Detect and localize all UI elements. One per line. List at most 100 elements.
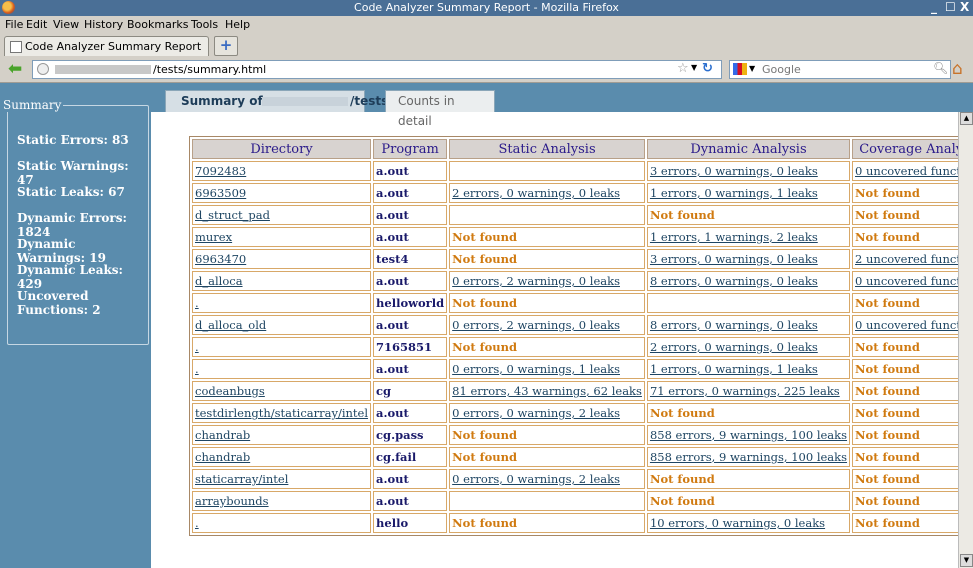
menu-help[interactable]: Help: [225, 18, 250, 31]
dynamic-link[interactable]: 71 errors, 0 warnings, 225 leaks: [650, 384, 840, 398]
static-link[interactable]: 0 errors, 2 warnings, 0 leaks: [452, 274, 620, 288]
directory-link[interactable]: .: [195, 516, 199, 530]
directory-link[interactable]: 6963509: [195, 186, 246, 200]
dynamic-link[interactable]: 1 errors, 0 warnings, 1 leaks: [650, 186, 818, 200]
static-link[interactable]: 81 errors, 43 warnings, 62 leaks: [452, 384, 642, 398]
cell-coverage: Not found: [852, 359, 973, 379]
directory-link[interactable]: 6963470: [195, 252, 246, 266]
directory-link[interactable]: murex: [195, 230, 232, 244]
directory-link[interactable]: chandrab: [195, 428, 250, 442]
cell-dynamic: 8 errors, 0 warnings, 0 leaks: [646, 271, 851, 291]
coverage-link[interactable]: 0 uncovered functions: [855, 164, 973, 178]
home-icon[interactable]: ⌂: [952, 59, 963, 79]
dynamic-link[interactable]: 8 errors, 0 warnings, 0 leaks: [650, 318, 818, 332]
dynamic-link[interactable]: 1 errors, 1 warnings, 2 leaks: [650, 230, 818, 244]
table-row: . 7165851 Not found 2 errors, 0 warnings, 0…: [192, 337, 973, 357]
menu-edit[interactable]: Edit: [26, 18, 47, 31]
directory-link[interactable]: d_alloca_old: [195, 318, 266, 332]
static-link[interactable]: 0 errors, 0 warnings, 2 leaks: [452, 472, 620, 486]
coverage-link[interactable]: 2 uncovered functions: [855, 252, 973, 266]
menu-tools[interactable]: Tools: [191, 18, 218, 31]
google-engine-icon[interactable]: [733, 63, 747, 75]
site-identity-icon[interactable]: [37, 63, 49, 75]
static-link[interactable]: 0 errors, 2 warnings, 0 leaks: [452, 318, 620, 332]
table-row: 7092483 a.out 3 errors, 0 warnings, 0 leak…: [192, 161, 973, 181]
static-link[interactable]: 0 errors, 0 warnings, 1 leaks: [452, 362, 620, 376]
directory-link[interactable]: codeanbugs: [195, 384, 265, 398]
table-row: . helloworld Not found Not found: [192, 293, 973, 313]
cell-static: 0 errors, 0 warnings, 2 leaks: [449, 469, 645, 489]
cell-static: 2 errors, 0 warnings, 0 leaks: [449, 183, 645, 203]
url-bar[interactable]: /tests/summary.html ☆ ▼ ↻: [32, 60, 722, 79]
menu-view[interactable]: View: [53, 18, 79, 31]
scroll-down-icon[interactable]: ▼: [960, 554, 973, 567]
back-arrow-icon[interactable]: ⬅: [8, 61, 28, 78]
tab-strip: Code Analyzer Summary Report +: [0, 33, 973, 57]
tab-summary[interactable]: Summary of /tests: [165, 90, 388, 112]
scroll-up-icon[interactable]: ▲: [960, 112, 973, 125]
page-icon: [10, 41, 22, 53]
directory-link[interactable]: chandrab: [195, 450, 250, 464]
cell-directory: .: [192, 513, 372, 533]
maximize-button[interactable]: ☐: [945, 0, 956, 14]
menu-history[interactable]: History: [84, 18, 123, 31]
directory-link[interactable]: d_alloca: [195, 274, 243, 288]
new-tab-button[interactable]: +: [214, 36, 238, 56]
directory-link[interactable]: .: [195, 296, 199, 310]
redacted-path: [262, 97, 348, 106]
table-row: 6963509 a.out 2 errors, 0 warnings, 0 leak…: [192, 183, 973, 203]
cell-static: Not found: [449, 425, 645, 445]
engine-dropdown-icon[interactable]: ▼: [749, 64, 755, 73]
tab-counts-in-detail[interactable]: Counts in detail: [385, 90, 495, 128]
bookmark-star-icon[interactable]: ☆: [677, 61, 689, 76]
tab-summary-prefix: Summary of: [181, 94, 263, 108]
reload-icon[interactable]: ↻: [702, 61, 713, 76]
dynamic-link[interactable]: 8 errors, 0 warnings, 0 leaks: [650, 274, 818, 288]
cell-directory: d_alloca_old: [192, 315, 372, 335]
directory-link[interactable]: arraybounds: [195, 494, 269, 508]
dynamic-link[interactable]: 3 errors, 0 warnings, 0 leaks: [650, 252, 818, 266]
url-dropdown-icon[interactable]: ▼: [691, 63, 697, 72]
directory-link[interactable]: .: [195, 362, 199, 376]
close-button[interactable]: X: [960, 0, 969, 14]
coverage-link[interactable]: 0 uncovered functions: [855, 318, 973, 332]
cell-static: Not found: [449, 513, 645, 533]
static-link[interactable]: 2 errors, 0 warnings, 0 leaks: [452, 186, 620, 200]
cell-directory: codeanbugs: [192, 381, 372, 401]
dynamic-link[interactable]: 858 errors, 9 warnings, 100 leaks: [650, 450, 847, 464]
cell-coverage: 0 uncovered functions: [852, 161, 973, 181]
menu-file[interactable]: File: [5, 18, 23, 31]
stat-dynamic-errors: Dynamic Errors: 1824: [17, 211, 127, 239]
stat-static-leaks: Static Leaks: 67: [17, 185, 125, 199]
dynamic-link[interactable]: 1 errors, 0 warnings, 1 leaks: [650, 362, 818, 376]
report-tabs-bar: Summary of /tests Counts in detail: [151, 83, 973, 128]
coverage-link[interactable]: 0 uncovered functions: [855, 274, 973, 288]
dynamic-link[interactable]: 2 errors, 0 warnings, 0 leaks: [650, 340, 818, 354]
directory-link[interactable]: d_struct_pad: [195, 208, 270, 222]
navigation-bar: ⬅ /tests/summary.html ☆ ▼ ↻ ▼ Google 🔍︎ …: [0, 57, 973, 83]
dynamic-link[interactable]: 3 errors, 0 warnings, 0 leaks: [650, 164, 818, 178]
directory-link[interactable]: staticarray/intel: [195, 472, 288, 486]
table-row: testdirlength/staticarray/intel a.out 0 er…: [192, 403, 973, 423]
menu-bookmarks[interactable]: Bookmarks: [127, 18, 188, 31]
minimize-button[interactable]: _: [931, 0, 937, 14]
dynamic-link[interactable]: 858 errors, 9 warnings, 100 leaks: [650, 428, 847, 442]
directory-link[interactable]: testdirlength/staticarray/intel: [195, 406, 368, 420]
cell-program: a.out: [373, 359, 448, 379]
search-bar[interactable]: ▼ Google 🔍︎: [729, 60, 951, 79]
dynamic-link[interactable]: 10 errors, 0 warnings, 0 leaks: [650, 516, 825, 530]
cell-dynamic: 3 errors, 0 warnings, 0 leaks: [646, 161, 851, 181]
search-icon[interactable]: 🔍︎: [933, 61, 948, 75]
browser-tab[interactable]: Code Analyzer Summary Report: [4, 36, 209, 56]
cell-dynamic: Not found: [646, 491, 851, 511]
cell-static: [449, 205, 645, 225]
stat-static-errors: Static Errors: 83: [17, 133, 129, 147]
directory-link[interactable]: 7092483: [195, 164, 246, 178]
vertical-scrollbar[interactable]: ▲ ▼: [958, 112, 973, 568]
cell-coverage: Not found: [852, 513, 973, 533]
table-row: chandrab cg.pass Not found 858 errors, 9 wa…: [192, 425, 973, 445]
static-link[interactable]: 0 errors, 0 warnings, 2 leaks: [452, 406, 620, 420]
cell-coverage: Not found: [852, 293, 973, 313]
cell-coverage: 0 uncovered functions: [852, 315, 973, 335]
directory-link[interactable]: .: [195, 340, 199, 354]
